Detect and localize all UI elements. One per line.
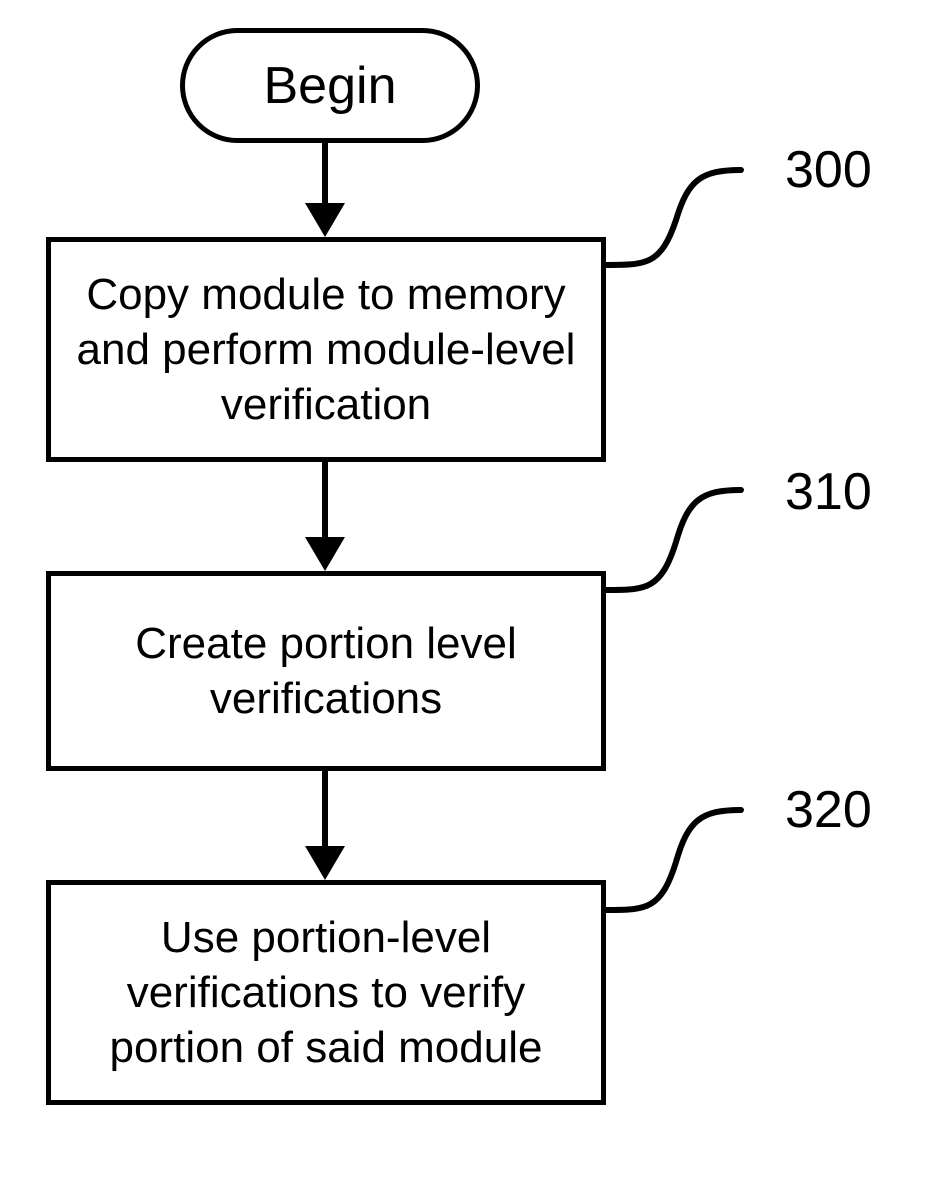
step-text: Create portion level verifications — [69, 616, 583, 726]
step-label: 300 — [785, 140, 872, 200]
step-label: 310 — [785, 462, 872, 522]
arrow-line — [322, 462, 328, 537]
callout-line-icon — [606, 160, 776, 270]
arrow-line — [322, 143, 328, 203]
step-label: 320 — [785, 780, 872, 840]
flowchart-canvas: Begin Copy module to memory and perform … — [0, 0, 926, 1182]
arrow-down-icon — [305, 537, 345, 571]
callout-line-icon — [606, 480, 776, 595]
begin-node: Begin — [180, 28, 480, 143]
step-node-300: Copy module to memory and perform module… — [46, 237, 606, 462]
step-text: Use portion-level verifications to verif… — [69, 910, 583, 1075]
arrow-down-icon — [305, 846, 345, 880]
arrow-down-icon — [305, 203, 345, 237]
callout-line-icon — [606, 800, 776, 915]
step-text: Copy module to memory and perform module… — [69, 267, 583, 432]
step-node-320: Use portion-level verifications to verif… — [46, 880, 606, 1105]
arrow-line — [322, 771, 328, 846]
begin-label: Begin — [264, 56, 397, 116]
step-node-310: Create portion level verifications — [46, 571, 606, 771]
